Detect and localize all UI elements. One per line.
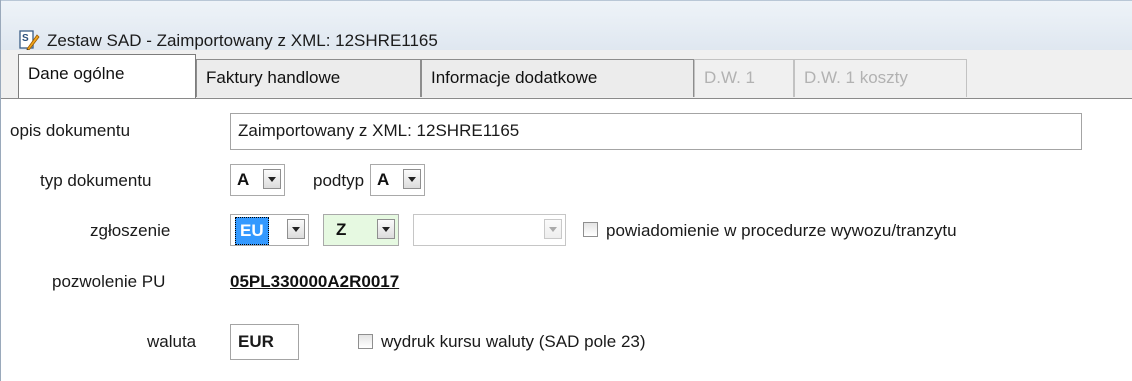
- tab-bar: Dane ogólne Faktury handlowe Informacje …: [1, 50, 1132, 99]
- chevron-down-icon[interactable]: [544, 219, 562, 239]
- opis-dokumentu-label: opis dokumentu: [10, 121, 131, 140]
- wydruk-kursu-checkbox[interactable]: [358, 334, 373, 349]
- tab-dw1[interactable]: D.W. 1: [694, 59, 794, 97]
- tab-dw1-koszty[interactable]: D.W. 1 koszty: [794, 59, 967, 97]
- waluta-label: waluta: [147, 332, 197, 351]
- typ-dokumentu-select[interactable]: A: [230, 164, 285, 196]
- zgloszenie-extra-select[interactable]: [413, 214, 566, 246]
- typ-dokumentu-value: A: [237, 170, 250, 189]
- podtyp-value: A: [377, 170, 390, 189]
- powiadomienie-label: powiadomienie w procedurze wywozu/tranzy…: [606, 221, 957, 240]
- pozwolenie-pu-link[interactable]: 05PL330000A2R0017: [230, 272, 399, 292]
- tab-informacje-dodatkowe[interactable]: Informacje dodatkowe: [421, 59, 694, 97]
- typ-dokumentu-label: typ dokumentu: [40, 171, 152, 190]
- podtyp-select[interactable]: A: [370, 164, 425, 196]
- title-bar: S Zestaw SAD - Zaimportowany z XML: 12SH…: [1, 0, 1132, 51]
- chevron-down-icon[interactable]: [377, 219, 395, 239]
- podtyp-label: podtyp: [313, 171, 365, 190]
- powiadomienie-checkbox[interactable]: [583, 222, 598, 237]
- tab-dane-ogolne[interactable]: Dane ogólne: [18, 54, 196, 98]
- zgloszenie-procedure-select[interactable]: Z: [323, 214, 399, 246]
- opis-dokumentu-input[interactable]: Zaimportowany z XML: 12SHRE1165: [230, 113, 1082, 150]
- svg-text:S: S: [22, 33, 29, 44]
- sad-window: S Zestaw SAD - Zaimportowany z XML: 12SH…: [0, 0, 1132, 381]
- wydruk-kursu-label: wydruk kursu waluty (SAD pole 23): [381, 332, 646, 351]
- chevron-down-icon[interactable]: [403, 169, 421, 189]
- waluta-input[interactable]: EUR: [230, 324, 299, 360]
- zgloszenie-procedure-value: Z: [336, 220, 347, 239]
- window-title: Zestaw SAD - Zaimportowany z XML: 12SHRE…: [47, 31, 438, 50]
- zgloszenie-label: zgłoszenie: [90, 221, 171, 240]
- pozwolenie-pu-label: pozwolenie PU: [52, 272, 166, 291]
- tab-faktury-handlowe[interactable]: Faktury handlowe: [196, 59, 421, 97]
- document-pencil-icon: S: [18, 29, 40, 51]
- zgloszenie-type-value: EU: [235, 217, 269, 245]
- chevron-down-icon[interactable]: [287, 219, 305, 239]
- chevron-down-icon[interactable]: [263, 169, 281, 189]
- zgloszenie-type-select[interactable]: EU: [230, 214, 309, 246]
